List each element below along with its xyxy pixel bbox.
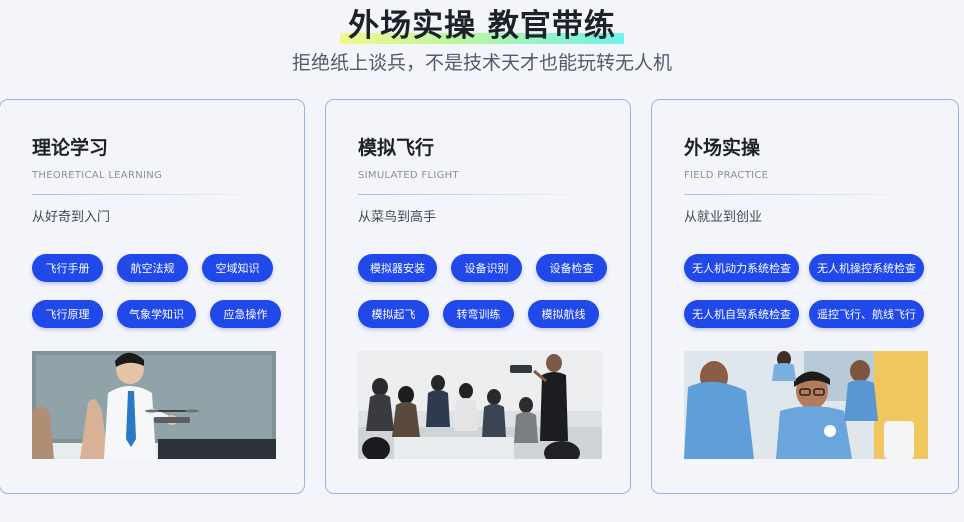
tag-control-system-check[interactable]: 无人机操控系统检查 <box>809 254 924 282</box>
page: 外场实操 教官带练 拒绝纸上谈兵，不是技术天才也能玩转无人机 理论学习 THEO… <box>0 0 964 522</box>
group-training-illustration <box>358 351 602 459</box>
tag-emergency[interactable]: 应急操作 <box>210 300 281 328</box>
tag-airspace[interactable]: 空域知识 <box>202 254 273 282</box>
title-wrap: 外场实操 教官带练 <box>340 6 624 46</box>
classroom-instructor-illustration <box>32 351 276 459</box>
section-subtitle: 拒绝纸上谈兵，不是技术天才也能玩转无人机 <box>291 52 672 74</box>
card-subtitle: SIMULATED FLIGHT <box>358 170 459 181</box>
card-field-practice: 外场实操 FIELD PRACTICE 从就业到创业 无人机动力系统检查 无人机… <box>651 99 959 494</box>
field-practice-photo <box>684 351 928 459</box>
section-header: 外场实操 教官带练 拒绝纸上谈兵，不是技术天才也能玩转无人机 <box>0 0 964 76</box>
tag-autopilot-system-check[interactable]: 无人机自驾系统检查 <box>684 300 799 328</box>
tag-remote-route-flight[interactable]: 遥控飞行、航线飞行 <box>809 300 924 328</box>
section-title: 外场实操 教官带练 <box>348 8 616 44</box>
card-divider <box>358 194 588 195</box>
tag-simulator-install[interactable]: 模拟器安装 <box>358 254 437 282</box>
tag-list: 模拟器安装 设备识别 设备检查 模拟起飞 转弯训练 模拟航线 <box>358 254 620 328</box>
card-description: 从好奇到入门 <box>32 210 111 225</box>
tag-aviation-law[interactable]: 航空法规 <box>117 254 188 282</box>
classroom-instructor-photo <box>32 351 276 459</box>
card-subtitle: THEORETICAL LEARNING <box>32 170 163 181</box>
tag-sim-route[interactable]: 模拟航线 <box>528 300 599 328</box>
group-training-photo <box>358 351 602 459</box>
tag-power-system-check[interactable]: 无人机动力系统检查 <box>684 254 799 282</box>
card-description: 从菜鸟到高手 <box>358 210 437 225</box>
card-title: 理论学习 <box>32 137 109 159</box>
card-subtitle: FIELD PRACTICE <box>684 170 769 181</box>
tag-flight-principle[interactable]: 飞行原理 <box>32 300 103 328</box>
card-divider <box>32 194 262 195</box>
card-title: 模拟飞行 <box>358 137 435 159</box>
card-theoretical-learning: 理论学习 THEORETICAL LEARNING 从好奇到入门 飞行手册 航空… <box>0 99 305 494</box>
card-description: 从就业到创业 <box>684 210 763 225</box>
tag-device-identify[interactable]: 设备识别 <box>451 254 522 282</box>
tag-device-check[interactable]: 设备检查 <box>536 254 607 282</box>
tag-list: 无人机动力系统检查 无人机操控系统检查 无人机自驾系统检查 遥控飞行、航线飞行 <box>684 254 946 328</box>
card-divider <box>684 194 914 195</box>
tag-sim-takeoff[interactable]: 模拟起飞 <box>358 300 429 328</box>
tag-meteorology[interactable]: 气象学知识 <box>117 300 196 328</box>
card-title: 外场实操 <box>684 137 761 159</box>
tag-list: 飞行手册 航空法规 空域知识 飞行原理 气象学知识 应急操作 <box>32 254 294 328</box>
field-practice-illustration <box>684 351 928 459</box>
card-simulated-flight: 模拟飞行 SIMULATED FLIGHT 从菜鸟到高手 模拟器安装 设备识别 … <box>325 99 631 494</box>
tag-flight-manual[interactable]: 飞行手册 <box>32 254 103 282</box>
tag-turn-training[interactable]: 转弯训练 <box>443 300 514 328</box>
